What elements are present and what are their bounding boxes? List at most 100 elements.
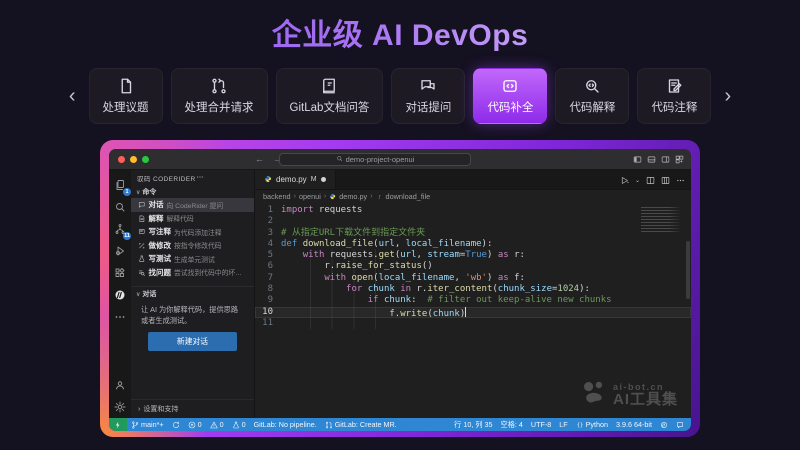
text-cursor <box>465 307 466 317</box>
status-item[interactable]: 0 <box>228 420 250 429</box>
code-line-10[interactable]: 10 f.write(chunk) <box>255 307 691 318</box>
command-desc: 为代码添加注释 <box>174 227 222 237</box>
breadcrumb-item[interactable]: backend <box>263 192 291 201</box>
minimize-window-button[interactable] <box>130 156 137 163</box>
sidebar-command-4[interactable]: 做修改按指令修改代码 <box>131 239 254 253</box>
status-item[interactable] <box>168 421 184 429</box>
doc-qa-icon <box>320 77 338 95</box>
code-line-1[interactable]: 1import requests <box>255 205 691 216</box>
code-line-4[interactable]: 4def download_file(url, local_filename): <box>255 239 691 250</box>
feature-tab-5[interactable]: 代码补全 <box>473 68 547 124</box>
status-item[interactable]: LF <box>555 420 571 429</box>
page-title: 企业级 AI DevOps <box>0 10 800 54</box>
scrollbar-thumb[interactable] <box>686 241 690 299</box>
split-editor-icon[interactable] <box>646 176 655 185</box>
run-icon[interactable] <box>620 176 629 185</box>
more-icon[interactable] <box>676 176 685 185</box>
status-item[interactable]: main*+ <box>127 420 168 429</box>
line-number: 5 <box>255 250 281 261</box>
sidebar-command-5[interactable]: 写测试生成单元测试 <box>131 252 254 266</box>
maximize-window-button[interactable] <box>142 156 149 163</box>
code-line-8[interactable]: 8 for chunk in r.iter_content(chunk_size… <box>255 284 691 295</box>
status-item[interactable]: GitLab: No pipeline. <box>250 420 321 429</box>
commands-section-label: 命令 <box>142 189 156 196</box>
line-number: 10 <box>255 307 281 318</box>
code-line-7[interactable]: 7 with open(local_filename, 'wb') as f: <box>255 273 691 284</box>
remote-indicator[interactable] <box>109 418 127 431</box>
status-item[interactable]: 空格: 4 <box>497 420 527 430</box>
search-glass-icon <box>114 201 126 213</box>
run-debug-icon[interactable] <box>109 240 131 262</box>
status-item[interactable] <box>672 421 688 429</box>
coderider-logo-icon[interactable] <box>109 284 131 306</box>
close-window-button[interactable] <box>118 156 125 163</box>
feature-tabs: 处理议题处理合并请求GitLab文档问答对话提问代码补全代码解释代码注释 <box>89 68 712 124</box>
history-back-icon[interactable]: ← <box>255 154 264 164</box>
code-text: if chunk: # filter out keep-alive new ch… <box>281 295 612 306</box>
status-text: 0 <box>220 420 224 429</box>
sidebar-command-3[interactable]: 写注释为代码添加注释 <box>131 225 254 239</box>
search-icon[interactable] <box>109 196 131 218</box>
minimap[interactable] <box>641 207 681 233</box>
status-text: 行 10, 列 35 <box>454 420 492 430</box>
code-line-11[interactable]: 11 <box>255 318 691 329</box>
status-item[interactable] <box>656 421 672 429</box>
more-icon[interactable] <box>196 173 204 181</box>
panel-left-icon[interactable] <box>633 155 642 164</box>
code-line-9[interactable]: 9 if chunk: # filter out keep-alive new … <box>255 295 691 306</box>
code-line-3[interactable]: 3# 从指定URL下载文件到指定文件夹 <box>255 228 691 239</box>
code-comment-icon <box>665 77 683 95</box>
status-item[interactable]: 0 <box>206 420 228 429</box>
more-views-icon[interactable] <box>109 306 131 328</box>
layout-customize-icon[interactable] <box>675 155 684 164</box>
columns-icon[interactable] <box>661 176 670 185</box>
status-item[interactable]: GitLab: Create MR. <box>321 420 401 429</box>
feature-tab-2[interactable]: 处理合并请求 <box>171 68 268 124</box>
carousel-prev-button[interactable]: ‹ <box>64 86 81 106</box>
chevron-down-icon[interactable]: ⌄ <box>635 177 640 184</box>
status-text: UTF-8 <box>531 420 551 429</box>
code-line-2[interactable]: 2 <box>255 216 691 227</box>
breadcrumb-item[interactable]: openui <box>299 192 321 201</box>
source-control-icon[interactable]: 11 <box>109 218 131 240</box>
status-text: GitLab: No pipeline. <box>254 420 317 429</box>
line-number: 9 <box>255 295 281 306</box>
status-item[interactable]: 行 10, 列 35 <box>450 420 496 430</box>
code-line-6[interactable]: 6 r.raise_for_status() <box>255 261 691 272</box>
account-icon[interactable] <box>109 374 131 396</box>
sidebar-command-2[interactable]: 解释解释代码 <box>131 212 254 226</box>
explain-icon <box>138 215 146 223</box>
code-line-5[interactable]: 5 with requests.get(url, stream=True) as… <box>255 250 691 261</box>
panel-right-icon[interactable] <box>661 155 670 164</box>
editor-actions: ⌄ <box>620 170 685 190</box>
feature-tab-4[interactable]: 对话提问 <box>391 68 465 124</box>
status-item[interactable]: UTF-8 <box>527 420 555 429</box>
code-text: r.raise_for_status() <box>281 261 433 272</box>
panel-bottom-icon[interactable] <box>647 155 656 164</box>
new-chat-button[interactable]: 新建对话 <box>148 332 237 351</box>
status-item[interactable]: {}Python <box>572 420 612 429</box>
feature-tab-3[interactable]: GitLab文档问答 <box>276 68 384 124</box>
feature-tab-7[interactable]: 代码注释 <box>637 68 711 124</box>
carousel-next-button[interactable]: › <box>719 86 736 106</box>
chat-hint-text: 让 AI 为你解释代码，提供思路或者生成测试。 <box>141 304 244 326</box>
breadcrumb-item[interactable]: demo.py <box>339 192 367 201</box>
command-desc: 生成单元测试 <box>174 254 215 264</box>
issue-icon <box>117 77 135 95</box>
status-item[interactable]: 3.9.6 64-bit <box>612 420 656 429</box>
sidebar-command-1[interactable]: 对话向 CodeRider 提问 <box>131 198 254 212</box>
sidebar-command-6[interactable]: 找问题尝试找到代码中的坏… <box>131 266 254 280</box>
feature-tab-1[interactable]: 处理议题 <box>89 68 163 124</box>
command-center-search[interactable]: demo-project-openui <box>279 153 471 166</box>
code-text: import requests <box>281 205 362 216</box>
settings-gear-icon[interactable] <box>109 396 131 418</box>
settings-support-footer[interactable]: › 设置和支持 <box>131 399 254 418</box>
status-item[interactable]: 0 <box>184 420 206 429</box>
feature-tab-6[interactable]: 代码解释 <box>555 68 629 124</box>
issue-find-icon <box>138 269 146 277</box>
breadcrumb-item[interactable]: download_file <box>386 192 431 201</box>
tab-demo-py[interactable]: demo.py M <box>255 170 336 189</box>
more-actions-icon[interactable] <box>196 173 204 183</box>
explorer-icon[interactable]: 1 <box>109 174 131 196</box>
extensions-icon[interactable] <box>109 262 131 284</box>
